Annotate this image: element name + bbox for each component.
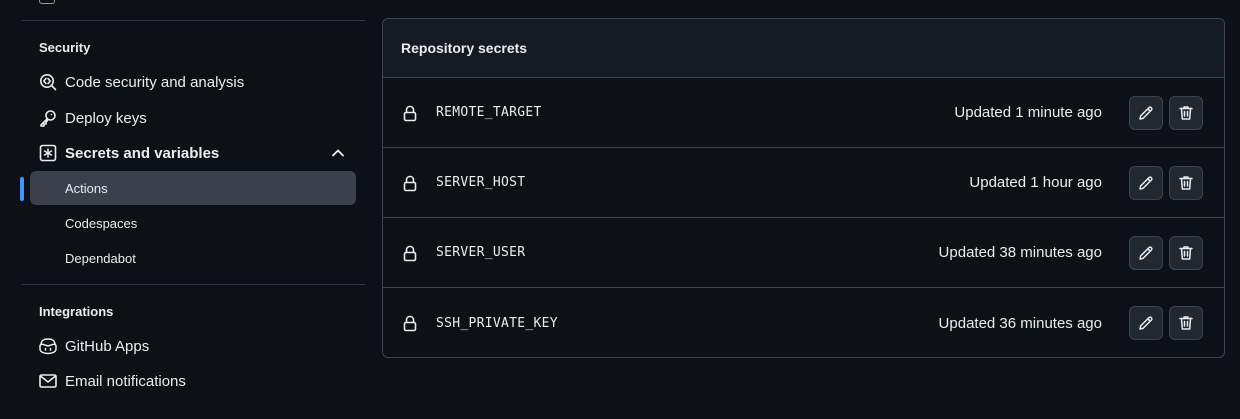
asterisk-box-icon xyxy=(38,143,58,163)
lock-icon xyxy=(402,105,418,122)
secret-row: SERVER_HOST Updated 1 hour ago xyxy=(383,148,1224,218)
mail-icon xyxy=(38,371,58,391)
integrations-section-header: Integrations xyxy=(39,304,114,319)
sidebar-item-label: Email notifications xyxy=(65,372,186,390)
sidebar-subitem-label: Codespaces xyxy=(65,215,138,231)
panel-header: Repository secrets xyxy=(383,19,1224,78)
trash-icon xyxy=(1178,105,1194,121)
sidebar-item-github-apps[interactable]: GitHub Apps xyxy=(30,329,356,363)
secret-row: REMOTE_TARGET Updated 1 minute ago xyxy=(383,78,1224,148)
repository-secrets-panel: Repository secrets REMOTE_TARGET Updated… xyxy=(382,18,1225,358)
sidebar-item-secrets-and-variables[interactable]: Secrets and variables xyxy=(30,136,356,170)
sidebar-subitem-label: Actions xyxy=(65,180,108,196)
chevron-up-icon[interactable] xyxy=(330,145,346,161)
active-item-marker xyxy=(20,177,24,201)
sidebar-subitem-label: Dependabot xyxy=(65,250,136,266)
edit-secret-button[interactable] xyxy=(1129,166,1163,200)
secret-name: SERVER_USER xyxy=(436,245,526,260)
edit-secret-button[interactable] xyxy=(1129,96,1163,130)
trash-icon xyxy=(1178,245,1194,261)
pencil-icon xyxy=(1138,245,1154,261)
secret-updated-time: Updated 1 minute ago xyxy=(954,104,1102,121)
sidebar-item-label: Deploy keys xyxy=(65,109,147,127)
sidebar-divider xyxy=(22,20,365,21)
secret-updated-time: Updated 36 minutes ago xyxy=(938,314,1102,332)
edit-secret-button[interactable] xyxy=(1129,306,1163,340)
trash-icon xyxy=(1178,175,1194,191)
sidebar-item-label: GitHub Apps xyxy=(65,337,150,355)
secret-updated-time: Updated 38 minutes ago xyxy=(938,244,1102,261)
sidebar-item-deploy-keys[interactable]: Deploy keys xyxy=(30,101,356,135)
sidebar-item-label: Code security and analysis xyxy=(65,73,245,91)
delete-secret-button[interactable] xyxy=(1169,306,1203,340)
sidebar-subitem-dependabot[interactable]: Dependabot xyxy=(30,241,356,275)
truncated-item-icon xyxy=(39,0,55,4)
secret-name: REMOTE_TARGET xyxy=(436,105,542,120)
key-icon xyxy=(38,108,58,128)
pencil-icon xyxy=(1138,105,1154,121)
sidebar-subitem-actions[interactable]: Actions xyxy=(30,171,356,205)
secret-row: SERVER_USER Updated 38 minutes ago xyxy=(383,218,1224,288)
secret-updated-time: Updated 1 hour ago xyxy=(969,174,1102,191)
secret-name: SERVER_HOST xyxy=(436,175,526,190)
pencil-icon xyxy=(1138,175,1154,191)
delete-secret-button[interactable] xyxy=(1169,166,1203,200)
sidebar-item-email-notifications[interactable]: Email notifications xyxy=(30,364,356,398)
sidebar-item-code-security[interactable]: Code security and analysis xyxy=(30,65,356,99)
pencil-icon xyxy=(1138,315,1154,331)
sidebar-subitem-codespaces[interactable]: Codespaces xyxy=(30,206,356,240)
settings-sidebar: Security Code security and analysis Depl… xyxy=(20,0,365,419)
edit-secret-button[interactable] xyxy=(1129,236,1163,270)
lock-icon xyxy=(402,315,418,332)
secret-row: SSH_PRIVATE_KEY Updated 36 minutes ago xyxy=(383,288,1224,357)
security-section-header: Security xyxy=(39,40,91,55)
lock-icon xyxy=(402,175,418,192)
sidebar-item-label: Secrets and variables xyxy=(65,144,220,162)
copilot-icon xyxy=(38,336,58,356)
trash-icon xyxy=(1178,315,1194,331)
lock-icon xyxy=(402,245,418,262)
codescan-icon xyxy=(38,72,58,92)
delete-secret-button[interactable] xyxy=(1169,236,1203,270)
delete-secret-button[interactable] xyxy=(1169,96,1203,130)
settings-page: Security Code security and analysis Depl… xyxy=(0,0,1240,419)
panel-title: Repository secrets xyxy=(401,40,528,56)
sidebar-divider xyxy=(22,284,365,285)
secret-name: SSH_PRIVATE_KEY xyxy=(436,315,558,331)
